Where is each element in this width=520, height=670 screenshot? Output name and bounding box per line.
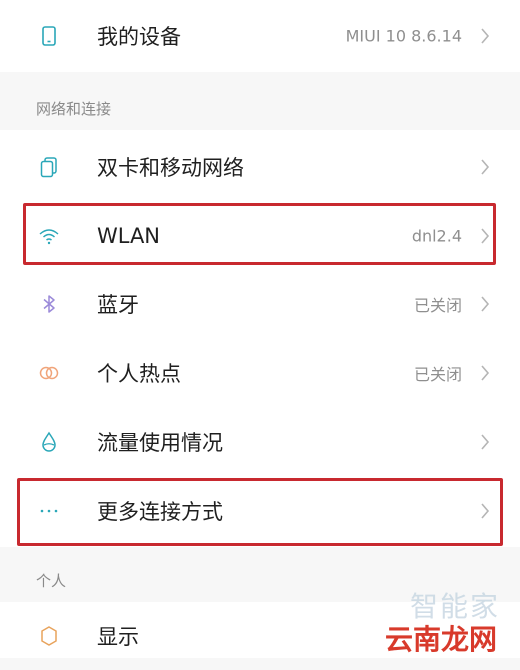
more-connections-highlight-box <box>17 478 503 546</box>
hotspot-label: 个人热点 <box>97 362 181 386</box>
chevron-right-icon <box>480 159 490 175</box>
wlan-highlight-box <box>23 203 496 265</box>
chevron-right-icon <box>480 296 490 312</box>
display-label: 显示 <box>97 625 139 649</box>
hotspot-row[interactable]: 个人热点 已关闭 <box>0 339 520 407</box>
chevron-right-icon <box>480 365 490 381</box>
bluetooth-row[interactable]: 蓝牙 已关闭 <box>0 270 520 338</box>
section-title-personal: 个人 <box>36 572 67 590</box>
display-icon <box>37 624 61 648</box>
section-title-network: 网络和连接 <box>36 100 112 118</box>
watermark-bottom: 云南龙网 <box>385 623 498 656</box>
bluetooth-label: 蓝牙 <box>97 293 139 317</box>
hotspot-icon <box>37 361 61 385</box>
dual-sim-icon <box>37 155 61 179</box>
phone-icon <box>37 24 61 48</box>
device-card: 我的设备 MIUI 10 8.6.14 <box>0 0 520 72</box>
chevron-right-icon <box>480 28 490 44</box>
data-usage-label: 流量使用情况 <box>97 431 223 455</box>
data-usage-row[interactable]: 流量使用情况 <box>0 408 520 476</box>
miui-version: MIUI 10 8.6.14 <box>345 26 462 46</box>
hotspot-status: 已关闭 <box>413 365 462 384</box>
chevron-right-icon <box>480 434 490 450</box>
my-device-row[interactable]: 我的设备 MIUI 10 8.6.14 <box>0 2 520 70</box>
data-usage-icon <box>37 430 61 454</box>
my-device-label: 我的设备 <box>97 25 181 49</box>
bluetooth-icon <box>37 292 61 316</box>
bluetooth-status: 已关闭 <box>413 296 462 315</box>
dual-sim-row[interactable]: 双卡和移动网络 <box>0 133 520 201</box>
dual-sim-label: 双卡和移动网络 <box>97 156 244 180</box>
